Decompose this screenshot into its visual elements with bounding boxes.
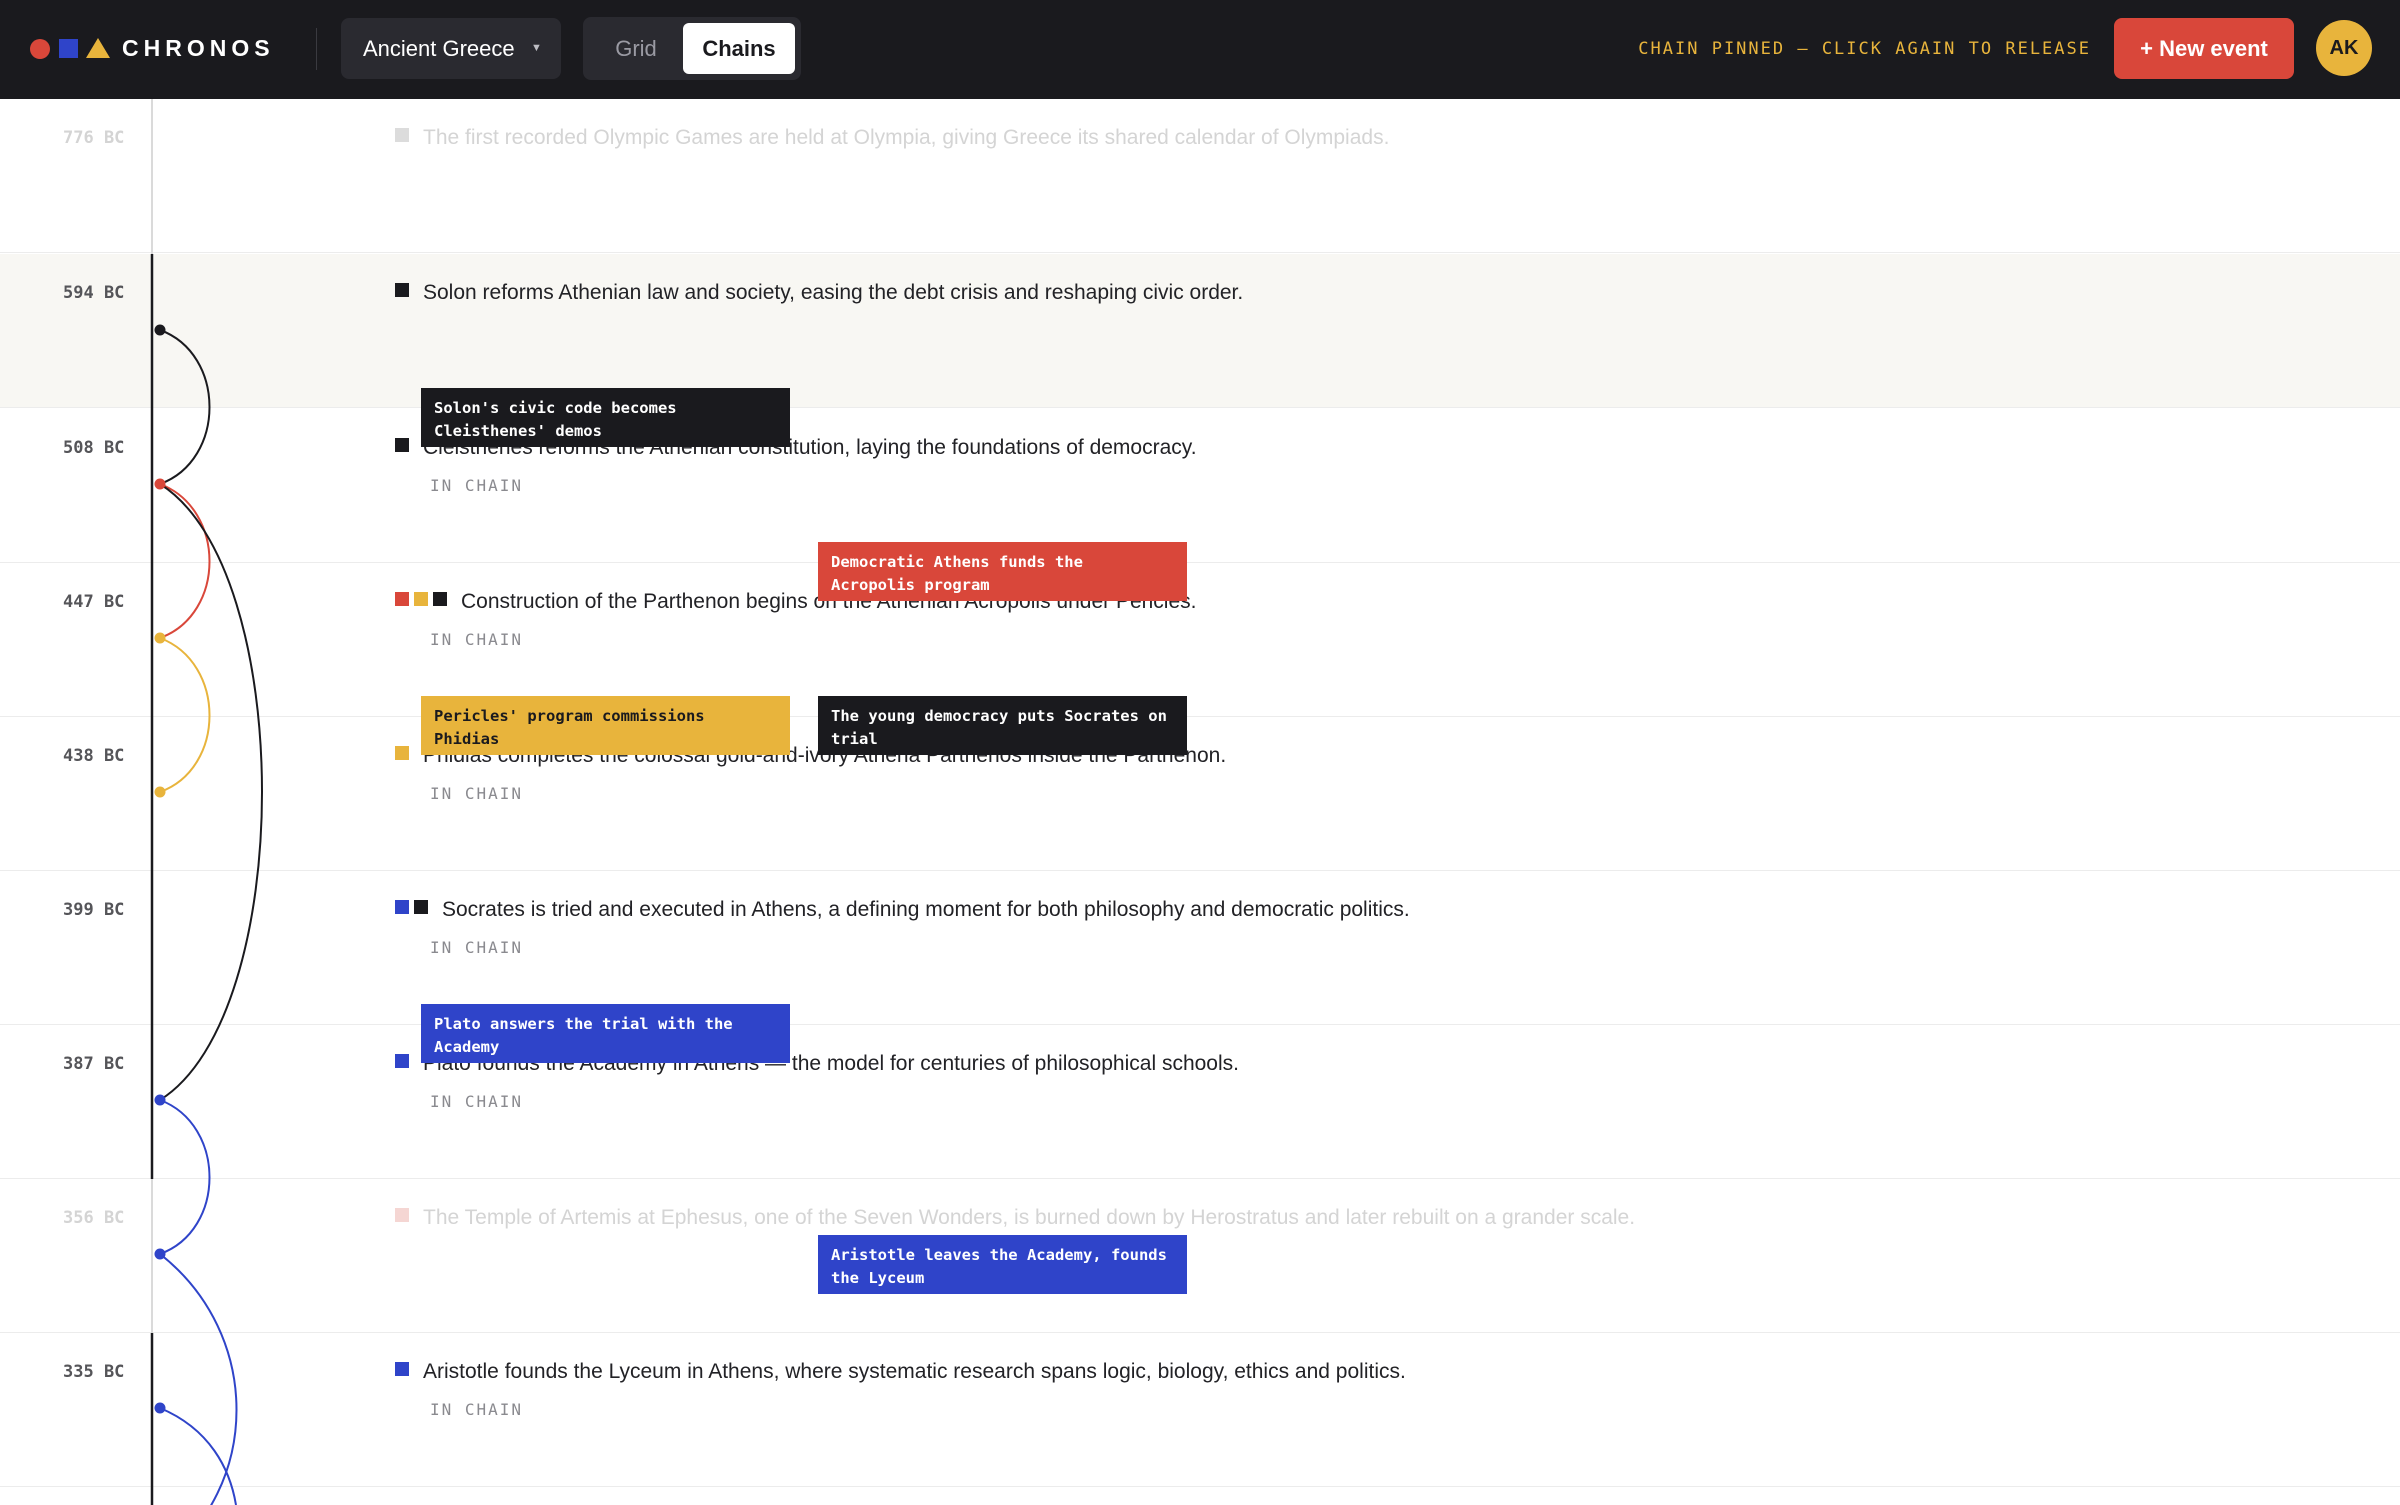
timeline: 776 BC The first recorded Olympic Games … — [0, 99, 2400, 1505]
category-square-icon — [395, 1362, 409, 1376]
timeline-row[interactable]: 594 BC Solon reforms Athenian law and so… — [0, 254, 2400, 408]
category-square-icon — [395, 283, 409, 297]
category-square-icon — [433, 592, 447, 606]
category-square-icon — [414, 900, 428, 914]
tab-chains[interactable]: Chains — [683, 23, 795, 74]
chain-link-label[interactable]: The young democracy puts Socrates on tri… — [818, 696, 1187, 755]
brand-name: CHRONOS — [122, 35, 275, 61]
category-square-icon — [414, 592, 428, 606]
category-square-icon — [395, 592, 409, 606]
timeline-row[interactable]: 387 BC Plato founds the Academy in Athen… — [0, 1025, 2400, 1179]
event-year: 508 BC — [63, 438, 125, 458]
event-year: 594 BC — [63, 283, 125, 303]
category-square-icon — [395, 438, 409, 452]
timeline-row[interactable]: 776 BC The first recorded Olympic Games … — [0, 99, 2400, 253]
new-event-button[interactable]: + New event — [2114, 18, 2294, 79]
in-chain-tag: IN CHAIN — [430, 938, 524, 957]
event-year: 387 BC — [63, 1054, 125, 1074]
logo-circle-icon — [30, 39, 50, 59]
in-chain-tag: IN CHAIN — [430, 784, 524, 803]
timeline-row[interactable]: 508 BC Cleisthenes reforms the Athenian … — [0, 409, 2400, 563]
header-divider — [316, 28, 317, 70]
category-square-icon — [395, 1054, 409, 1068]
in-chain-tag: IN CHAIN — [430, 1092, 524, 1111]
timeline-row[interactable]: 447 BC Construction of the Parthenon beg… — [0, 563, 2400, 717]
timeline-row[interactable]: 438 BC Phidias completes the colossal go… — [0, 717, 2400, 871]
logo-triangle-icon — [86, 38, 110, 58]
event-description: Aristotle founds the Lyceum in Athens, w… — [423, 1360, 1406, 1383]
project-selector[interactable]: Ancient Greece ▼ — [341, 18, 561, 79]
event-year: 447 BC — [63, 592, 125, 612]
event-description: Solon reforms Athenian law and society, … — [423, 281, 1244, 304]
chain-pin-status: CHAIN PINNED — CLICK AGAIN TO RELEASE — [1638, 39, 2091, 59]
view-toggle: Grid Chains — [583, 17, 801, 80]
event-year: 335 BC — [63, 1362, 125, 1382]
category-square-icon — [395, 900, 409, 914]
timeline-row[interactable]: 399 BC Socrates is tried and executed in… — [0, 871, 2400, 1025]
event-year: 438 BC — [63, 746, 125, 766]
event-year: 356 BC — [63, 1208, 125, 1228]
event-year: 776 BC — [63, 128, 125, 148]
in-chain-tag: IN CHAIN — [430, 1400, 524, 1419]
in-chain-tag: IN CHAIN — [430, 630, 524, 649]
chain-link-label[interactable]: Democratic Athens funds the Acropolis pr… — [818, 542, 1187, 601]
timeline-row[interactable]: 335 BC Aristotle founds the Lyceum in At… — [0, 1333, 2400, 1487]
avatar[interactable]: AK — [2316, 20, 2372, 76]
chain-link-label[interactable]: Solon's civic code becomes Cleisthenes' … — [421, 388, 790, 447]
category-square-icon — [395, 746, 409, 760]
chevron-down-icon: ▼ — [531, 42, 542, 54]
timeline-row[interactable]: 356 BC The Temple of Artemis at Ephesus,… — [0, 1179, 2400, 1333]
category-square-icon — [395, 128, 409, 142]
top-bar: CHRONOS Ancient Greece ▼ Grid Chains CHA… — [0, 0, 2400, 99]
event-description: The Temple of Artemis at Ephesus, one of… — [423, 1206, 1636, 1229]
category-square-icon — [395, 1208, 409, 1222]
project-selector-label: Ancient Greece — [363, 36, 515, 61]
chain-link-label[interactable]: Pericles' program commissions Phidias — [421, 696, 790, 755]
tab-grid[interactable]: Grid — [591, 23, 681, 74]
logo-square-icon — [59, 39, 78, 58]
event-description: The first recorded Olympic Games are hel… — [423, 126, 1390, 149]
in-chain-tag: IN CHAIN — [430, 476, 524, 495]
app-root: CHRONOS Ancient Greece ▼ Grid Chains CHA… — [0, 0, 2400, 1505]
event-year: 399 BC — [63, 900, 125, 920]
chain-link-label[interactable]: Aristotle leaves the Academy, founds the… — [818, 1235, 1187, 1294]
event-description: Socrates is tried and executed in Athens… — [442, 898, 1410, 921]
chain-link-label[interactable]: Plato answers the trial with the Academy — [421, 1004, 790, 1063]
